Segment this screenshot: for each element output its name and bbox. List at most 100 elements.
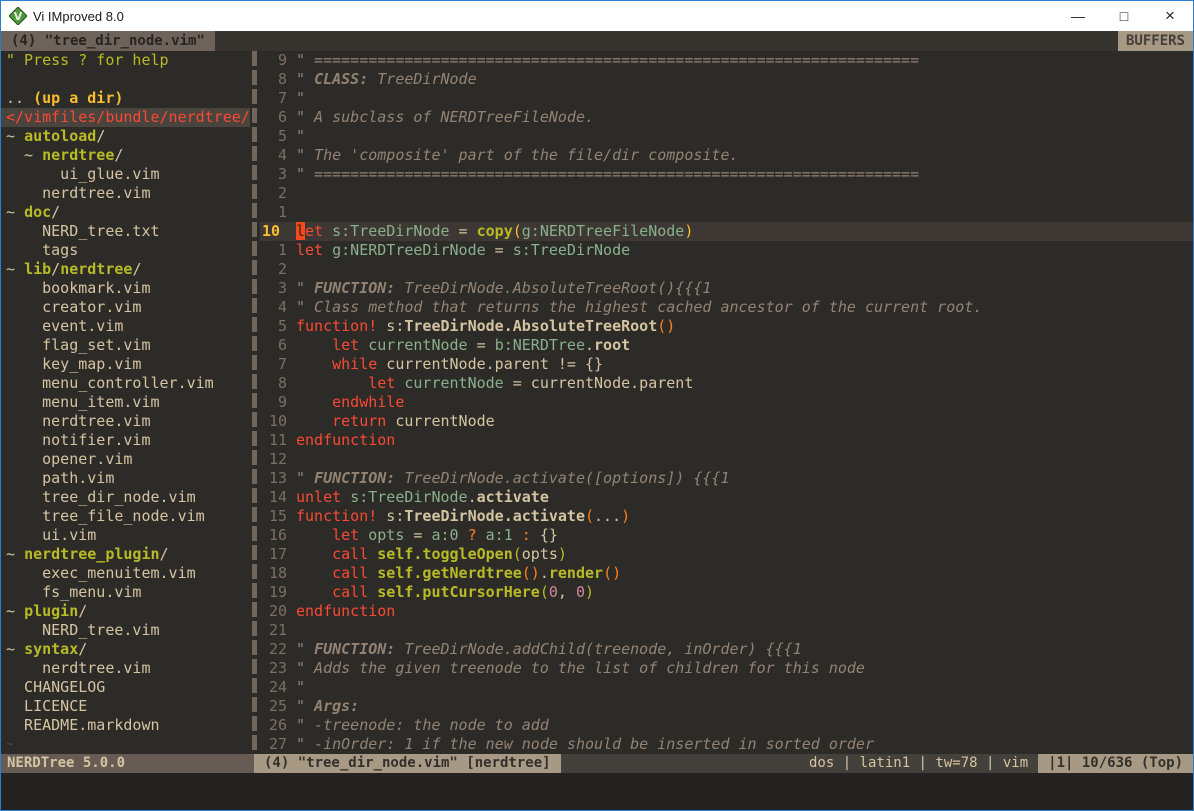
code-line[interactable]: 19 call self.putCursorHere(0, 0)	[260, 583, 1193, 602]
tree-item[interactable]: ~ syntax/	[1, 640, 250, 659]
code-line[interactable]: 8 let currentNode = currentNode.parent	[260, 374, 1193, 393]
tree-item[interactable]: fs_menu.vim	[1, 583, 250, 602]
minimize-button[interactable]: —	[1055, 1, 1101, 31]
code-line[interactable]: 25" Args:	[260, 697, 1193, 716]
tree-item[interactable]: ~ doc/	[1, 203, 250, 222]
text-segment: ~	[6, 602, 24, 620]
tree-item[interactable]: ~	[1, 735, 250, 754]
tree-item[interactable]: LICENCE	[1, 697, 250, 716]
tree-item[interactable]: opener.vim	[1, 450, 250, 469]
code-line[interactable]: 12	[260, 450, 1193, 469]
tree-item[interactable]: tree_file_node.vim	[1, 507, 250, 526]
code-line[interactable]: 2	[260, 260, 1193, 279]
tree-item[interactable]: nerdtree.vim	[1, 184, 250, 203]
code-line[interactable]: 10 return currentNode	[260, 412, 1193, 431]
code-line[interactable]: 7 while currentNode.parent != {}	[260, 355, 1193, 374]
code-line[interactable]: 3" FUNCTION: TreeDirNode.AbsoluteTreeRoo…	[260, 279, 1193, 298]
main-area: " Press ? for help .. (up a dir)</vimfile…	[1, 51, 1193, 754]
code-line[interactable]: 24"	[260, 678, 1193, 697]
tree-item[interactable]: ~ nerdtree_plugin/	[1, 545, 250, 564]
tree-item[interactable]: CHANGELOG	[1, 678, 250, 697]
text-segment: 0	[549, 583, 558, 601]
code-line[interactable]: 6 let currentNode = b:NERDTree.root	[260, 336, 1193, 355]
code-line[interactable]: 17 call self.toggleOpen(opts)	[260, 545, 1193, 564]
code-line[interactable]: 13" FUNCTION: TreeDirNode.activate([opti…	[260, 469, 1193, 488]
tree-item[interactable]	[1, 70, 250, 89]
code-line[interactable]: 1let g:NERDTreeDirNode = s:TreeDirNode	[260, 241, 1193, 260]
code-line[interactable]: 27" -inOrder: 1 if the new node should b…	[260, 735, 1193, 754]
tree-item[interactable]: event.vim	[1, 317, 250, 336]
maximize-button[interactable]: □	[1101, 1, 1147, 31]
tree-item[interactable]: .. (up a dir)	[1, 89, 250, 108]
text-segment: function!	[296, 317, 377, 335]
tree-item[interactable]: path.vim	[1, 469, 250, 488]
code-line[interactable]: 21	[260, 621, 1193, 640]
tree-item[interactable]: bookmark.vim	[1, 279, 250, 298]
code-line[interactable]: 9 endwhile	[260, 393, 1193, 412]
text-segment: lib	[24, 260, 51, 278]
tree-item[interactable]: key_map.vim	[1, 355, 250, 374]
code-line[interactable]: 26" -treenode: the node to add	[260, 716, 1193, 735]
tree-item[interactable]: notifier.vim	[1, 431, 250, 450]
code-line[interactable]: 3" =====================================…	[260, 165, 1193, 184]
code-line[interactable]: 16 let opts = a:0 ? a:1 : {}	[260, 526, 1193, 545]
buffers-tab[interactable]: BUFFERS	[1118, 31, 1193, 51]
window-split-separator[interactable]	[250, 51, 260, 754]
code-line[interactable]: 22" FUNCTION: TreeDirNode.addChild(treen…	[260, 640, 1193, 659]
code-line[interactable]: 5function! s:TreeDirNode.AbsoluteTreeRoo…	[260, 317, 1193, 336]
code-text: let opts = a:0 ? a:1 : {}	[287, 526, 558, 545]
code-line[interactable]: 9" =====================================…	[260, 51, 1193, 70]
tree-item[interactable]: flag_set.vim	[1, 336, 250, 355]
tree-item[interactable]: " Press ? for help	[1, 51, 250, 70]
tree-item[interactable]: ~ lib/nerdtree/	[1, 260, 250, 279]
line-number: 9	[260, 393, 287, 412]
code-line[interactable]: 7"	[260, 89, 1193, 108]
code-line[interactable]: 6" A subclass of NERDTreeFileNode.	[260, 108, 1193, 127]
code-line[interactable]: 8" CLASS: TreeDirNode	[260, 70, 1193, 89]
close-button[interactable]: ×	[1147, 1, 1193, 31]
code-line[interactable]: 20endfunction	[260, 602, 1193, 621]
nerdtree-root-path[interactable]: </vimfiles/bundle/nerdtree/	[1, 108, 250, 127]
tree-item[interactable]: exec_menuitem.vim	[1, 564, 250, 583]
tree-item[interactable]: nerdtree.vim	[1, 659, 250, 678]
code-line[interactable]: 15function! s:TreeDirNode.activate(...)	[260, 507, 1193, 526]
code-line[interactable]: 4" Class method that returns the highest…	[260, 298, 1193, 317]
code-line[interactable]: 14unlet s:TreeDirNode.activate	[260, 488, 1193, 507]
text-segment: call	[332, 583, 368, 601]
text-segment: " ======================================…	[296, 51, 919, 69]
code-line[interactable]: 23" Adds the given treenode to the list …	[260, 659, 1193, 678]
code-line[interactable]: 10let s:TreeDirNode = copy(g:NERDTreeFil…	[260, 222, 1193, 241]
tree-item[interactable]: ui.vim	[1, 526, 250, 545]
code-line[interactable]: 1	[260, 203, 1193, 222]
tree-item[interactable]: ~ plugin/	[1, 602, 250, 621]
tree-item[interactable]: ~ nerdtree/	[1, 146, 250, 165]
line-number: 2	[260, 184, 287, 203]
tree-item[interactable]: nerdtree.vim	[1, 412, 250, 431]
tree-item[interactable]: menu_controller.vim	[1, 374, 250, 393]
tree-item[interactable]: ~ autoload/	[1, 127, 250, 146]
text-segment: while	[332, 355, 377, 373]
line-number: 4	[260, 298, 287, 317]
text-segment: self.getNerdtree	[377, 564, 522, 582]
text-segment: CHANGELOG	[6, 678, 105, 696]
tree-item[interactable]: creator.vim	[1, 298, 250, 317]
tree-item[interactable]: tags	[1, 241, 250, 260]
text-segment	[296, 412, 332, 430]
command-line[interactable]	[1, 773, 1193, 810]
text-segment	[341, 488, 350, 506]
code-text: endfunction	[287, 431, 395, 450]
tree-item[interactable]: README.markdown	[1, 716, 250, 735]
tree-item[interactable]: menu_item.vim	[1, 393, 250, 412]
tree-item[interactable]: NERD_tree.vim	[1, 621, 250, 640]
text-segment: fs_menu.vim	[6, 583, 141, 601]
code-line[interactable]: 5"	[260, 127, 1193, 146]
code-line[interactable]: 2	[260, 184, 1193, 203]
code-line[interactable]: 18 call self.getNerdtree().render()	[260, 564, 1193, 583]
code-line[interactable]: 11endfunction	[260, 431, 1193, 450]
tab-tree-dir-node[interactable]: (4) "tree_dir_node.vim"	[1, 31, 215, 51]
tree-item[interactable]: ui_glue.vim	[1, 165, 250, 184]
tree-item[interactable]: NERD_tree.txt	[1, 222, 250, 241]
tree-item[interactable]: tree_dir_node.vim	[1, 488, 250, 507]
code-line[interactable]: 4" The 'composite' part of the file/dir …	[260, 146, 1193, 165]
text-segment: s:	[377, 317, 404, 335]
